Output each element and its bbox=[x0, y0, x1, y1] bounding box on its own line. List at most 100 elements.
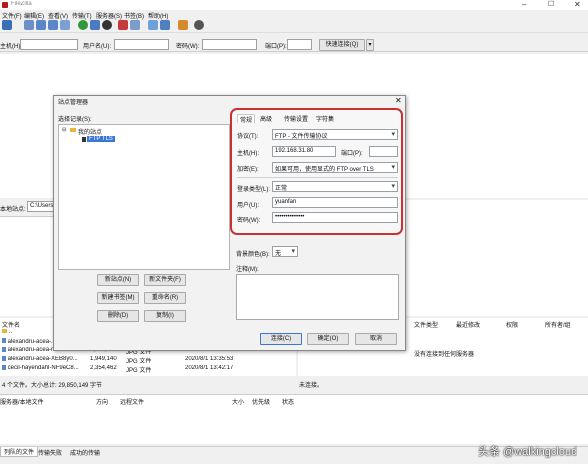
remote-col-permissions[interactable]: 权限 bbox=[506, 320, 518, 329]
process-queue-icon[interactable] bbox=[90, 20, 100, 30]
folder-icon bbox=[70, 128, 76, 132]
toggle-queue-icon[interactable] bbox=[60, 20, 70, 30]
remote-col-modified[interactable]: 最近修改 bbox=[456, 320, 480, 329]
host-input[interactable]: 192.168.31.80 bbox=[272, 146, 336, 157]
site-manager-icon[interactable] bbox=[2, 20, 12, 30]
logon-type-label: 登录类型(L): bbox=[237, 187, 271, 193]
tree-site-ftp-tls[interactable]: FTP TLS bbox=[87, 136, 115, 142]
toggle-remote-tree-icon[interactable] bbox=[48, 20, 58, 30]
port-input[interactable] bbox=[369, 146, 398, 157]
toggle-local-tree-icon[interactable] bbox=[36, 20, 46, 30]
local-col-filename[interactable]: 文件名 bbox=[2, 320, 20, 329]
toolbar bbox=[0, 19, 588, 33]
queue-col-priority[interactable]: 优先级 bbox=[252, 397, 270, 406]
folder-icon bbox=[2, 329, 7, 333]
local-status: 4 个文件。大小总计: 29,850,149 字节 bbox=[2, 383, 103, 389]
qc-port-input[interactable] bbox=[287, 39, 312, 50]
tab-charset[interactable]: 字符集 bbox=[316, 114, 334, 123]
bgcolor-label: 背景颜色(B): bbox=[236, 252, 270, 258]
qc-host-input[interactable] bbox=[20, 39, 78, 50]
list-item[interactable]: cecil-hayendahl-NF9eC8... 2,354,462 JPG … bbox=[2, 365, 238, 373]
image-file-icon bbox=[2, 347, 6, 352]
dialog-close-icon[interactable]: ✕ bbox=[395, 96, 402, 105]
ok-button[interactable]: 确定(O) bbox=[307, 333, 349, 345]
search-icon[interactable] bbox=[194, 20, 204, 30]
local-path-label: 本地站点: bbox=[0, 207, 26, 213]
qc-pass-input[interactable] bbox=[202, 39, 257, 50]
comments-label: 注释(M): bbox=[236, 267, 259, 273]
cancel-icon[interactable] bbox=[102, 20, 112, 30]
bgcolor-select[interactable]: 无 bbox=[272, 246, 298, 257]
comments-textarea[interactable] bbox=[236, 274, 399, 320]
queue-col-direction[interactable]: 方向 bbox=[96, 397, 108, 406]
title-bar: FileZilla – ☐ ✕ bbox=[0, 0, 588, 10]
remote-empty-text: 没有连接到任何服务器 bbox=[414, 352, 475, 358]
refresh-icon[interactable] bbox=[78, 20, 88, 30]
list-item[interactable]: alexandru-acea-XEB8y0... 1,949,140 JPG 文… bbox=[2, 356, 238, 363]
remote-tree bbox=[404, 200, 588, 316]
file-date: 2020/8/1 13:42:17 bbox=[185, 365, 234, 371]
tab-advanced[interactable]: 高级 bbox=[260, 114, 272, 123]
queue-col-remote[interactable]: 远程文件 bbox=[120, 397, 144, 406]
tab-failed-transfers[interactable]: 传输失败 bbox=[38, 448, 62, 457]
toggle-log-icon[interactable] bbox=[24, 20, 34, 30]
image-file-icon bbox=[2, 338, 6, 343]
sync-browse-icon[interactable] bbox=[178, 20, 188, 30]
user-input[interactable]: yuanfan bbox=[272, 197, 398, 208]
connect-button[interactable]: 连接(C) bbox=[260, 333, 302, 345]
maximize-icon[interactable]: ☐ bbox=[548, 0, 554, 8]
encryption-select[interactable]: 如果可用，使用显式的 FTP over TLS bbox=[272, 162, 398, 173]
queue-col-status[interactable]: 状态 bbox=[282, 397, 294, 406]
file-name: .. bbox=[8, 329, 13, 335]
close-icon[interactable]: ✕ bbox=[574, 0, 581, 9]
reconnect-icon[interactable] bbox=[130, 20, 140, 30]
select-entry-label: 选择记录(S): bbox=[58, 117, 92, 123]
user-label: 用户(U): bbox=[237, 203, 259, 209]
tab-successful-transfers[interactable]: 成功的传输 bbox=[70, 448, 100, 457]
queue-col-size[interactable]: 大小 bbox=[232, 397, 244, 406]
local-tree bbox=[0, 216, 55, 316]
cancel-button[interactable]: 取消 bbox=[355, 333, 397, 345]
quickconnect-button[interactable]: 快速连接(Q) bbox=[319, 39, 365, 51]
password-input[interactable]: •••••••••••••• bbox=[272, 212, 398, 223]
protocol-label: 协议(T): bbox=[237, 134, 259, 140]
file-type: JPG 文件 bbox=[126, 368, 152, 373]
disconnect-icon[interactable] bbox=[118, 20, 128, 30]
rename-button[interactable]: 重命名(R) bbox=[144, 292, 186, 304]
filter-icon[interactable] bbox=[148, 20, 158, 30]
file-name: alexandru-acea-XEB8y0... bbox=[7, 356, 78, 362]
local-path-input[interactable]: C:\Users bbox=[27, 201, 55, 212]
copy-button[interactable]: 复制(I) bbox=[144, 310, 186, 322]
compare-icon[interactable] bbox=[160, 20, 170, 30]
host-label: 主机(H): bbox=[237, 151, 259, 157]
tree-root-label[interactable]: 我的站点 bbox=[78, 127, 102, 136]
window-title: FileZilla bbox=[11, 1, 32, 7]
app-logo-icon bbox=[2, 2, 8, 8]
tab-transfer-settings[interactable]: 传输设置 bbox=[284, 114, 308, 123]
new-bookmark-button[interactable]: 新建书签(M) bbox=[97, 292, 139, 304]
qc-user-label: 用户名(U): bbox=[83, 44, 111, 50]
qc-pass-label: 密码(W): bbox=[176, 44, 200, 50]
remote-col-owner[interactable]: 所有者/组 bbox=[545, 320, 571, 329]
minimize-icon[interactable]: – bbox=[522, 0, 526, 9]
queue-col-server-local[interactable]: 服务器/本地文件 bbox=[0, 397, 44, 406]
new-site-button[interactable]: 新站点(N) bbox=[97, 274, 139, 286]
file-date: 2020/8/1 13:35:53 bbox=[185, 356, 234, 362]
qc-user-input[interactable] bbox=[114, 39, 169, 50]
encryption-label: 加密(E): bbox=[237, 167, 259, 173]
menu-bar: 文件(F) 编辑(E) 查看(V) 传输(T) 服务器(S) 书签(B) 帮助(… bbox=[0, 11, 588, 20]
protocol-select[interactable]: FTP - 文件传输协议 bbox=[272, 129, 398, 140]
tab-queued-files[interactable]: 列队的文件 bbox=[0, 447, 39, 457]
logon-type-select[interactable]: 正常 bbox=[272, 181, 398, 192]
delete-button[interactable]: 删除(D) bbox=[97, 310, 139, 322]
qc-host-label: 主机(H): bbox=[0, 44, 22, 50]
image-file-icon bbox=[2, 365, 6, 370]
remote-col-filetype[interactable]: 文件类型 bbox=[414, 320, 438, 329]
quickconnect-dropdown-button[interactable]: ▾ bbox=[366, 39, 374, 51]
new-folder-button[interactable]: 新文件夹(F) bbox=[144, 274, 186, 286]
tab-general[interactable]: 常规 bbox=[237, 114, 256, 124]
file-size: 1,949,140 bbox=[90, 356, 117, 362]
file-type: JPG 文件 bbox=[126, 359, 152, 363]
password-label: 密码(W): bbox=[237, 218, 261, 224]
tree-collapse-icon[interactable]: ⊟ bbox=[62, 127, 66, 133]
